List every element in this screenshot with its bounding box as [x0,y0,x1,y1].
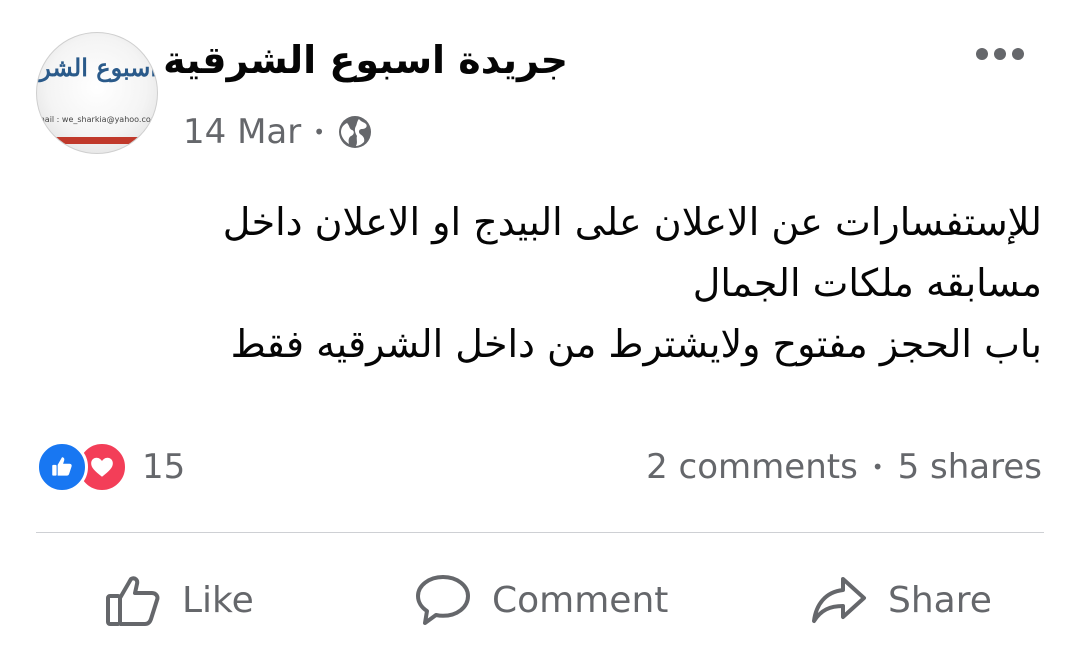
divider [36,532,1044,533]
meta-separator: • [313,120,326,144]
like-reaction-icon [36,441,88,493]
avatar-phone-strip [47,137,147,144]
reaction-count: 15 [142,447,186,487]
globe-icon [339,116,372,148]
post-meta: 14 Mar • [183,112,373,152]
post-text-line: باب الحجز مفتوح ولايشترط من داخل الشرقيه… [230,322,1042,366]
comment-bubble-icon [416,575,470,625]
post-date[interactable]: 14 Mar [183,112,301,152]
thumbs-up-icon [106,576,160,626]
shares-count[interactable]: 5 shares [898,447,1042,487]
post-text-line: للإستفسارات عن الاعلان على البيدج او الا… [222,200,1042,244]
avatar-logo-text: اسبوع الشرقية [37,53,157,82]
post-body: للإستفسارات عن الاعلان على البيدج او الا… [122,192,1042,375]
share-arrow-icon [812,577,866,623]
like-button[interactable]: Like [104,568,254,632]
share-label: Share [888,579,992,621]
comment-button[interactable]: Comment [414,568,668,632]
page-name[interactable]: جريدة اسبوع الشرقية [163,38,568,82]
more-options-icon[interactable] [974,44,1026,64]
page-avatar[interactable]: اسبوع الشرقية mail : we_sharkia@yahoo.co… [36,32,158,154]
comments-count[interactable]: 2 comments [646,447,858,487]
like-label: Like [182,579,254,621]
avatar-email-text: mail : we_sharkia@yahoo.com [37,115,158,124]
comment-label: Comment [492,579,669,621]
stats-separator: • [871,455,884,479]
share-button[interactable]: Share [810,568,992,632]
post-stats: 2 comments • 5 shares [646,442,1042,492]
post-text-line: مسابقه ملكات الجمال [692,261,1042,305]
reactions-summary[interactable]: 15 [36,441,186,493]
